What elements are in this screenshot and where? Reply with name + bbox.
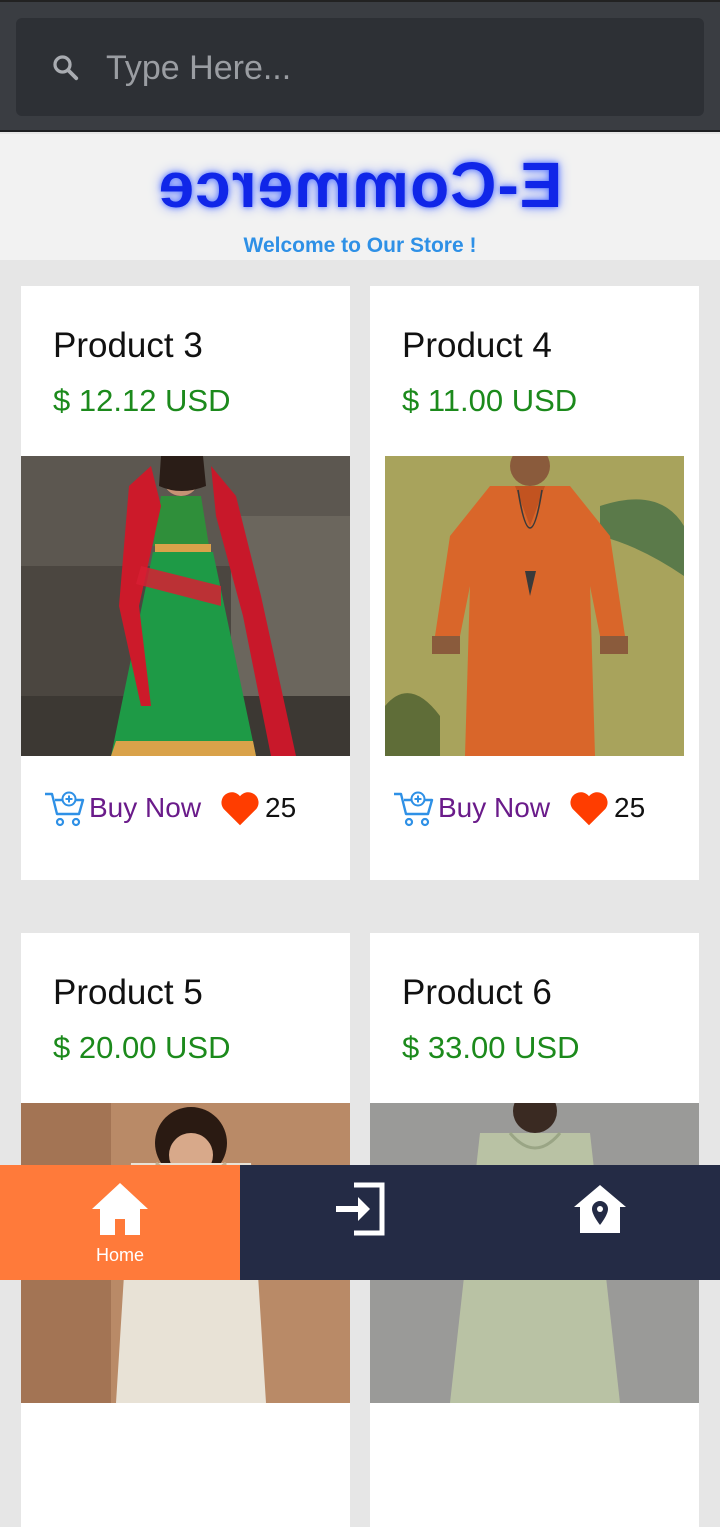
nav-login[interactable] bbox=[240, 1165, 480, 1280]
product-title: Product 3 bbox=[53, 326, 203, 365]
login-icon bbox=[336, 1182, 385, 1236]
product-price: $ 20.00 USD bbox=[53, 1030, 231, 1065]
heart-icon[interactable] bbox=[568, 789, 610, 827]
bottom-navigation: Home bbox=[0, 1165, 720, 1280]
store-banner: E-Commerce Welcome to Our Store ! bbox=[0, 134, 720, 260]
product-price: $ 33.00 USD bbox=[402, 1030, 580, 1065]
add-to-cart-icon[interactable] bbox=[43, 788, 87, 828]
welcome-tagline: Welcome to Our Store ! bbox=[243, 234, 477, 257]
product-title: Product 4 bbox=[402, 326, 552, 365]
product-price: $ 12.12 USD bbox=[53, 383, 231, 418]
search-bar bbox=[0, 0, 720, 132]
home-icon bbox=[92, 1183, 148, 1235]
product-image[interactable] bbox=[370, 456, 699, 756]
like-count: 25 bbox=[265, 792, 297, 823]
product-image[interactable] bbox=[21, 456, 350, 756]
add-to-cart-icon[interactable] bbox=[392, 788, 436, 828]
product-card[interactable]: Product 3 $ 12.12 USD Buy Now 25 bbox=[21, 286, 350, 880]
nav-home[interactable]: Home bbox=[0, 1165, 240, 1280]
brand-logo-text: E-Commerce bbox=[157, 149, 563, 221]
nav-home-label: Home bbox=[95, 1245, 144, 1265]
nav-location[interactable] bbox=[480, 1165, 720, 1280]
heart-icon[interactable] bbox=[219, 789, 261, 827]
product-title: Product 6 bbox=[402, 973, 552, 1012]
product-actions: Buy Now 25 bbox=[392, 786, 645, 830]
buy-now-button[interactable]: Buy Now bbox=[438, 792, 550, 824]
location-pin-icon bbox=[574, 1185, 626, 1233]
like-count: 25 bbox=[614, 792, 646, 823]
search-box[interactable] bbox=[16, 18, 704, 116]
search-input[interactable] bbox=[104, 42, 668, 94]
product-price: $ 11.00 USD bbox=[402, 383, 578, 418]
product-actions: Buy Now 25 bbox=[43, 786, 296, 830]
buy-now-button[interactable]: Buy Now bbox=[89, 792, 201, 824]
product-card[interactable]: Product 4 $ 11.00 USD Buy Now 25 bbox=[370, 286, 699, 880]
search-icon[interactable] bbox=[50, 52, 80, 82]
product-title: Product 5 bbox=[53, 973, 203, 1012]
